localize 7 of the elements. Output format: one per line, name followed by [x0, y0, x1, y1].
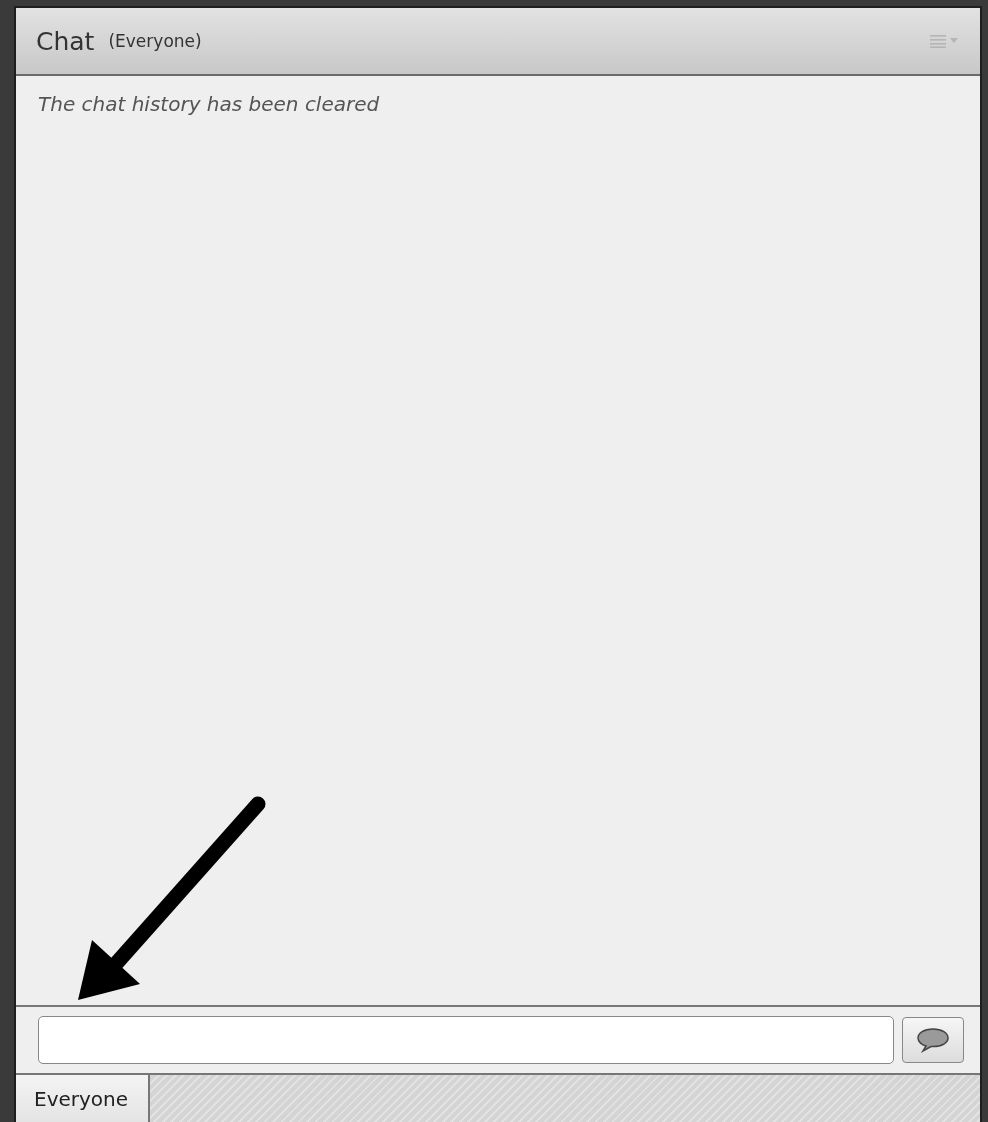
chat-tab[interactable]: Everyone — [16, 1075, 151, 1122]
system-message: The chat history has been cleared — [38, 92, 381, 116]
send-button[interactable] — [902, 1017, 964, 1063]
speech-bubble-icon — [916, 1027, 950, 1053]
panel-title: Chat — [36, 26, 95, 56]
audience-label: (Everyone) — [108, 31, 203, 51]
message-input-field[interactable] — [38, 1016, 894, 1064]
